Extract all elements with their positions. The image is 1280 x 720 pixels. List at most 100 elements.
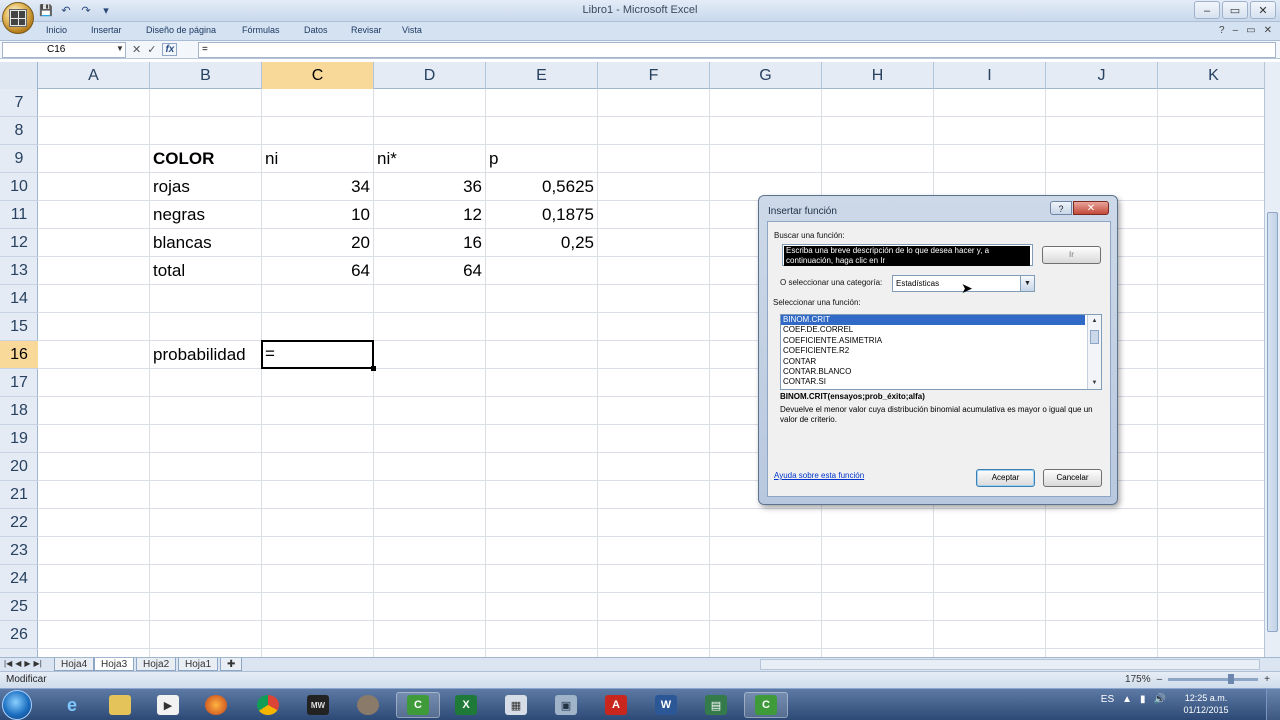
cell-b11[interactable]: negras <box>153 201 205 229</box>
column-header-e[interactable]: E <box>486 62 598 89</box>
zoom-out-icon[interactable]: – <box>1157 674 1163 685</box>
cancel-button[interactable]: Cancelar <box>1043 469 1102 487</box>
dialog-help-icon[interactable]: ? <box>1050 201 1072 215</box>
network-icon[interactable]: ▮ <box>1140 694 1146 705</box>
row-header-14[interactable]: 14 <box>0 285 38 313</box>
active-cell-c16[interactable]: = <box>261 340 376 371</box>
cell-b12[interactable]: blancas <box>153 229 212 257</box>
mw-app-icon[interactable]: MW <box>296 692 340 718</box>
cell-b13[interactable]: total <box>153 257 185 285</box>
remote-app-icon[interactable]: ▣ <box>544 692 588 718</box>
column-header-g[interactable]: G <box>710 62 822 89</box>
function-item[interactable]: CONTAR.BLANCO <box>781 367 1101 377</box>
tab-insertar[interactable]: Insertar <box>91 25 122 35</box>
maximize-icon[interactable]: ▭ <box>1222 1 1248 19</box>
tray-arrow-icon[interactable]: ▲ <box>1122 694 1132 705</box>
cell-c11[interactable]: 10 <box>262 201 374 229</box>
cell-d12[interactable]: 16 <box>374 229 486 257</box>
horizontal-scrollbar[interactable] <box>760 659 1260 670</box>
row-header-19[interactable]: 19 <box>0 425 38 453</box>
cancel-entry-icon[interactable]: ✕ <box>132 43 141 56</box>
cell-e12[interactable]: 0,25 <box>486 229 598 257</box>
cell-c10[interactable]: 34 <box>262 173 374 201</box>
scroll-up-icon[interactable]: ▲ <box>1088 315 1101 327</box>
function-list-thumb[interactable] <box>1090 330 1099 344</box>
dialog-close-icon[interactable]: ✕ <box>1073 201 1109 215</box>
function-list-scrollbar[interactable]: ▲ ▼ <box>1087 315 1101 389</box>
row-header-11[interactable]: 11 <box>0 201 38 229</box>
cell-d13[interactable]: 64 <box>374 257 486 285</box>
column-header-f[interactable]: F <box>598 62 710 89</box>
cell-b9[interactable]: COLOR <box>153 145 214 173</box>
name-box[interactable]: C16 <box>2 42 126 58</box>
column-header-a[interactable]: A <box>38 62 150 89</box>
column-header-j[interactable]: J <box>1046 62 1158 89</box>
sheet-tab-hoja1[interactable]: Hoja1 <box>178 658 219 671</box>
zoom-level[interactable]: 175% <box>1125 674 1151 685</box>
column-header-k[interactable]: K <box>1158 62 1270 89</box>
acrobat-icon[interactable]: A <box>594 692 638 718</box>
taskbar-clock[interactable]: 12:25 a.m. 01/12/2015 <box>1176 692 1236 716</box>
tab-diseno-pagina[interactable]: Diseño de página <box>146 25 216 35</box>
tab-formulas[interactable]: Fórmulas <box>242 25 280 35</box>
row-header-20[interactable]: 20 <box>0 453 38 481</box>
language-indicator[interactable]: ES <box>1101 694 1114 705</box>
column-header-d[interactable]: D <box>374 62 486 89</box>
row-header-7[interactable]: 7 <box>0 89 38 117</box>
help-icon[interactable]: ? <box>1219 25 1225 36</box>
sheet-tab-hoja4[interactable]: Hoja4 <box>54 658 95 671</box>
tab-inicio[interactable]: Inicio <box>46 25 67 35</box>
row-header-9[interactable]: 9 <box>0 145 38 173</box>
row-header-25[interactable]: 25 <box>0 593 38 621</box>
cell-b16[interactable]: probabilidad <box>153 341 261 369</box>
row-header-22[interactable]: 22 <box>0 509 38 537</box>
sheet-tab-hoja3[interactable]: Hoja3 <box>94 658 135 671</box>
calculator-icon[interactable]: ▦ <box>494 692 538 718</box>
zoom-slider[interactable] <box>1168 674 1259 684</box>
function-help-link[interactable]: Ayuda sobre esta función <box>774 471 864 480</box>
chrome-icon[interactable] <box>246 692 290 718</box>
select-all-button[interactable] <box>0 62 38 89</box>
row-header-17[interactable]: 17 <box>0 369 38 397</box>
ribbon-close-icon[interactable]: ✕ <box>1264 25 1272 36</box>
cell-c9[interactable]: ni <box>265 145 278 173</box>
camtasia-recorder-icon[interactable]: C <box>744 692 788 718</box>
accept-button[interactable]: Aceptar <box>976 469 1035 487</box>
function-list[interactable]: BINOM.CRIT COEF.DE.CORREL COEFICIENTE.AS… <box>780 314 1102 390</box>
formula-input[interactable]: = <box>198 42 1276 58</box>
cell-b10[interactable]: rojas <box>153 173 190 201</box>
ir-button[interactable]: Ir <box>1042 246 1101 264</box>
row-header-10[interactable]: 10 <box>0 173 38 201</box>
minimize-icon[interactable]: – <box>1194 1 1220 19</box>
tab-vista[interactable]: Vista <box>402 25 422 35</box>
column-header-c[interactable]: C <box>262 62 374 89</box>
insert-sheet-icon[interactable]: ✚ <box>220 658 243 671</box>
ie-icon[interactable]: e <box>50 692 94 718</box>
close-icon[interactable]: ✕ <box>1250 1 1276 19</box>
sheet-tab-hoja2[interactable]: Hoja2 <box>136 658 177 671</box>
function-item[interactable]: COEFICIENTE.R2 <box>781 346 1101 356</box>
row-header-21[interactable]: 21 <box>0 481 38 509</box>
column-header-i[interactable]: I <box>934 62 1046 89</box>
tab-revisar[interactable]: Revisar <box>351 25 382 35</box>
row-header-13[interactable]: 13 <box>0 257 38 285</box>
tab-datos[interactable]: Datos <box>304 25 328 35</box>
row-header-18[interactable]: 18 <box>0 397 38 425</box>
cell-d10[interactable]: 36 <box>374 173 486 201</box>
function-item[interactable]: COEFICIENTE.ASIMETRIA <box>781 336 1101 346</box>
prev-sheet-icon[interactable]: ◀ <box>15 659 21 668</box>
first-sheet-icon[interactable]: |◀ <box>4 659 12 668</box>
scrollbar-thumb[interactable] <box>1267 212 1278 632</box>
chevron-down-icon[interactable]: ▼ <box>1020 276 1034 291</box>
cell-c12[interactable]: 20 <box>262 229 374 257</box>
cell-c13[interactable]: 64 <box>262 257 374 285</box>
firefox-icon[interactable] <box>194 692 238 718</box>
row-header-23[interactable]: 23 <box>0 537 38 565</box>
spreadsheet-app-icon[interactable]: ▤ <box>694 692 738 718</box>
function-item[interactable]: COEF.DE.CORREL <box>781 325 1101 335</box>
cell-e11[interactable]: 0,1875 <box>486 201 598 229</box>
camtasia-icon[interactable]: C <box>396 692 440 718</box>
row-header-15[interactable]: 15 <box>0 313 38 341</box>
function-item[interactable]: CONTAR.SI <box>781 377 1101 387</box>
function-item[interactable]: BINOM.CRIT <box>781 315 1085 326</box>
